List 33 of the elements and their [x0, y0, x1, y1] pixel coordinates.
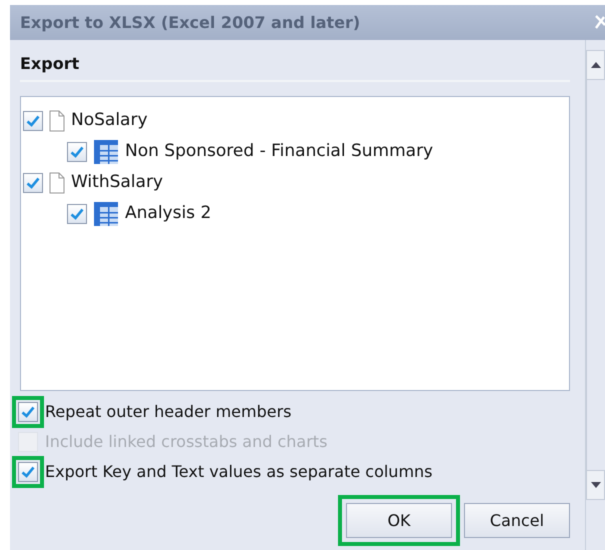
scroll-up-button[interactable]	[586, 50, 605, 80]
option-label: Repeat outer header members	[45, 401, 292, 423]
checkbox[interactable]	[23, 172, 43, 192]
option-label: Include linked crosstabs and charts	[45, 431, 328, 453]
checkbox[interactable]	[23, 110, 43, 130]
check-icon	[70, 146, 84, 158]
check-icon	[21, 406, 35, 418]
check-icon	[21, 466, 35, 478]
section-title: Export	[20, 52, 570, 82]
down-arrow-icon	[590, 482, 600, 488]
tree-item-label[interactable]: NoSalary	[71, 108, 148, 134]
checkbox[interactable]	[18, 462, 38, 482]
tree-item-label[interactable]: WithSalary	[71, 170, 163, 196]
cancel-button[interactable]: Cancel	[464, 503, 570, 538]
close-icon[interactable]	[595, 14, 605, 32]
checkbox[interactable]	[18, 402, 38, 422]
document-icon	[49, 110, 65, 132]
check-icon	[26, 114, 40, 126]
checkbox[interactable]	[67, 204, 87, 224]
check-icon	[26, 176, 40, 188]
tree-item-label[interactable]: Analysis 2	[125, 200, 212, 226]
checkbox[interactable]	[67, 142, 87, 162]
scroll-down-button[interactable]	[586, 470, 605, 500]
document-icon	[49, 172, 65, 194]
window-title: Export to XLSX (Excel 2007 and later)	[20, 12, 360, 34]
option-label: Export Key and Text values as separate columns	[45, 461, 432, 483]
tree-item-label[interactable]: Non Sponsored - Financial Summary	[125, 138, 434, 164]
ok-button[interactable]: OK	[346, 503, 452, 538]
table-icon	[93, 138, 119, 164]
up-arrow-icon	[590, 62, 600, 68]
check-icon	[70, 208, 84, 220]
scrollbar[interactable]	[585, 40, 605, 550]
table-icon	[93, 200, 119, 226]
